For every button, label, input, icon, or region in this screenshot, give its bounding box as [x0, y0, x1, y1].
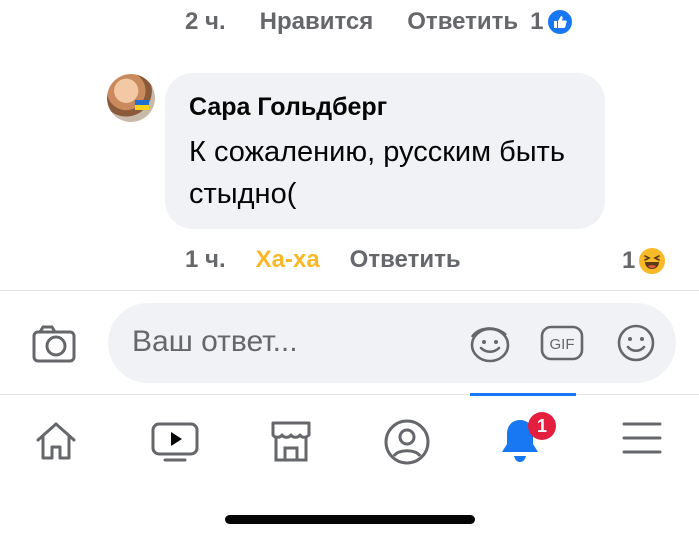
emoji-icon[interactable]: [616, 323, 656, 368]
comment-author[interactable]: Сара Гольдберг: [189, 93, 387, 122]
divider: [0, 290, 699, 291]
ukraine-flag-icon: [135, 100, 149, 110]
reply-box[interactable]: GIF: [108, 303, 676, 383]
like-link[interactable]: Нравится: [260, 8, 374, 36]
previous-reaction-summary[interactable]: 1: [530, 8, 574, 36]
previous-reaction-count: 1: [530, 8, 544, 35]
reply-link[interactable]: Ответить: [407, 8, 518, 36]
comment-time[interactable]: 1 ч.: [185, 246, 226, 274]
watch-icon[interactable]: [150, 418, 200, 469]
home-indicator[interactable]: [225, 515, 475, 524]
sticker-icon[interactable]: [468, 323, 512, 368]
comment-actions: 1 ч. Ха-ха Ответить 1: [185, 246, 668, 276]
gif-icon[interactable]: GIF: [540, 325, 584, 366]
home-icon[interactable]: [33, 418, 79, 469]
haha-reaction-icon: [637, 246, 668, 276]
camera-icon[interactable]: [32, 325, 76, 368]
previous-comment-time[interactable]: 2 ч.: [185, 8, 226, 36]
menu-icon[interactable]: [621, 418, 663, 463]
previous-comment-actions: 2 ч. Нравится Ответить 1: [185, 8, 574, 36]
reply-link[interactable]: Ответить: [350, 246, 461, 274]
notification-badge: 1: [528, 412, 556, 440]
active-tab-indicator: [470, 393, 576, 396]
comment-text: К сожалению, русским быть стыдно(: [189, 136, 565, 210]
like-reaction-icon: [545, 8, 574, 36]
marketplace-icon[interactable]: [268, 418, 314, 469]
avatar[interactable]: [107, 74, 155, 122]
gif-label: GIF: [550, 336, 575, 353]
comment-bubble[interactable]: Сара Гольдберг К сожалению, русским быть…: [165, 73, 605, 229]
comment-reaction-count: 1: [622, 247, 636, 274]
divider: [0, 394, 699, 395]
comment-reaction-summary[interactable]: 1: [622, 246, 668, 276]
reply-input[interactable]: [132, 325, 432, 359]
haha-reaction-link[interactable]: Ха-ха: [256, 246, 320, 274]
profile-icon[interactable]: [383, 418, 431, 471]
